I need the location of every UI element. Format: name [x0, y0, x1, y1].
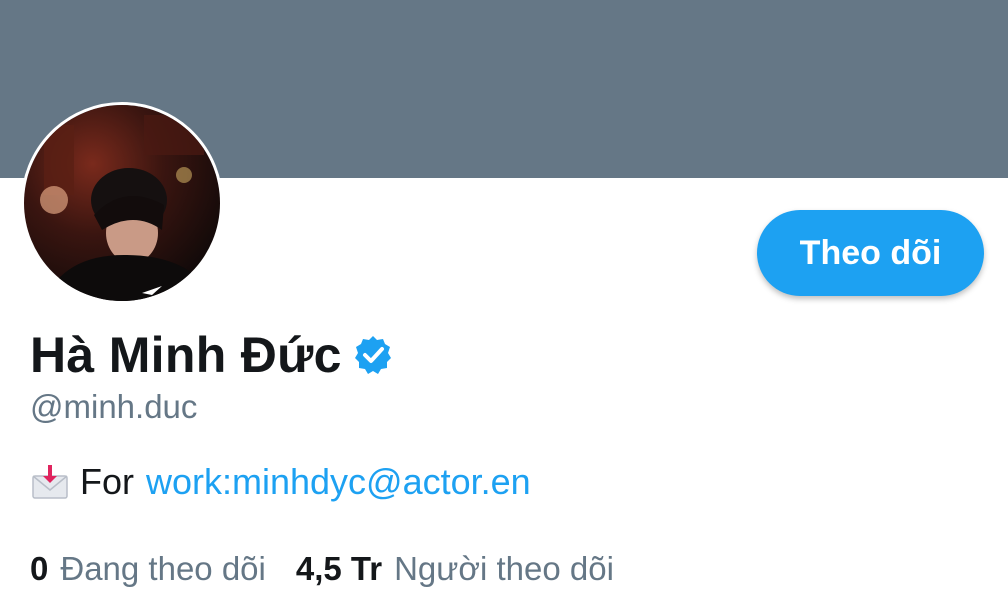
followers-label[interactable]: Người theo dõi	[394, 550, 614, 588]
envelope-with-arrow-icon	[30, 462, 70, 502]
bio-text: For	[80, 461, 134, 502]
following-label[interactable]: Đang theo dõi	[60, 550, 266, 588]
display-name: Hà Minh Đức	[30, 327, 342, 383]
avatar[interactable]	[21, 102, 223, 304]
following-count[interactable]: 0	[30, 550, 48, 588]
username-handle: @minh.duc	[30, 388, 198, 425]
followers-count[interactable]: 4,5 Tr	[296, 550, 382, 588]
bio-email-link[interactable]: work:minhdyc@actor.en	[146, 461, 531, 503]
name-row: Hà Minh Đức	[30, 322, 394, 388]
profile-page: Theo dõi Hà Minh Đức @minh.duc For work:…	[0, 0, 1008, 600]
bio: For work:minhdyc@actor.en	[30, 461, 531, 503]
follow-stats: 0 Đang theo dõi 4,5 Tr Người theo dõi	[30, 550, 644, 588]
verified-badge-icon	[352, 334, 394, 376]
avatar-photo	[24, 105, 220, 301]
follow-button[interactable]: Theo dõi	[757, 210, 984, 296]
